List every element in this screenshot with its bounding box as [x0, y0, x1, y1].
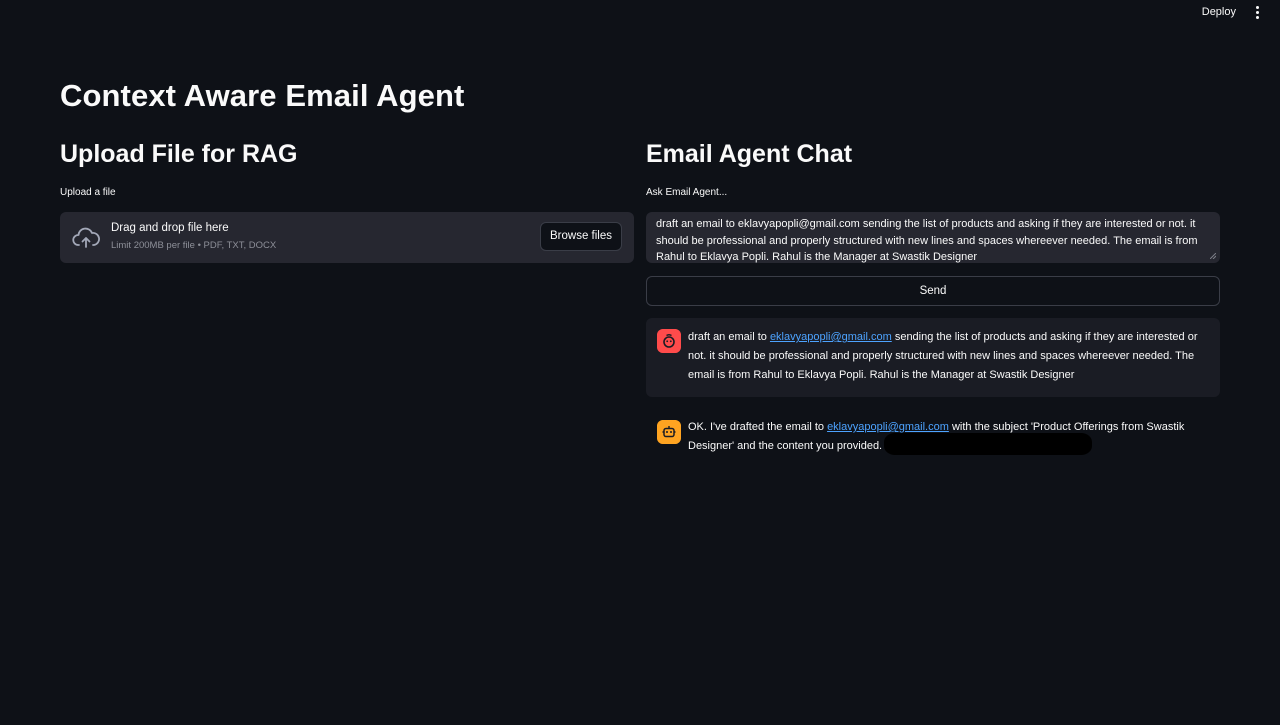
kebab-menu-icon[interactable] — [1254, 5, 1260, 21]
email-link[interactable]: eklavyapopli@gmail.com — [770, 331, 892, 343]
chat-column: Email Agent Chat Ask Email Agent... draf… — [646, 140, 1220, 471]
email-link[interactable]: eklavyapopli@gmail.com — [827, 421, 949, 433]
chat-input-value: draft an email to eklavyapopli@gmail.com… — [656, 218, 1198, 263]
upload-label: Upload a file — [60, 187, 116, 198]
deploy-button[interactable]: Deploy — [1202, 6, 1236, 18]
chat-input-textarea[interactable]: draft an email to eklavyapopli@gmail.com… — [646, 212, 1220, 263]
chat-heading: Email Agent Chat — [646, 140, 853, 168]
chat-input-label: Ask Email Agent... — [646, 187, 728, 198]
robot-icon — [657, 420, 681, 444]
upload-column: Upload File for RAG Upload a file Drag a… — [60, 140, 634, 263]
file-dropzone[interactable]: Drag and drop file here Limit 200MB per … — [60, 212, 634, 263]
redaction-mark — [884, 433, 1092, 455]
dropzone-instruction: Drag and drop file here — [111, 222, 229, 234]
chat-message-user: draft an email to eklavyapopli@gmail.com… — [646, 318, 1220, 397]
send-button[interactable]: Send — [646, 276, 1220, 306]
user-face-icon — [657, 329, 681, 353]
user-message-text: draft an email to eklavyapopli@gmail.com… — [688, 331, 1198, 381]
upload-heading: Upload File for RAG — [60, 140, 298, 168]
page-title: Context Aware Email Agent — [60, 78, 465, 113]
cloud-upload-icon — [72, 227, 100, 248]
browse-files-button[interactable]: Browse files — [540, 222, 622, 251]
dropzone-limit: Limit 200MB per file • PDF, TXT, DOCX — [111, 240, 277, 251]
top-toolbar: Deploy — [0, 0, 1280, 26]
resize-handle-icon[interactable] — [1210, 253, 1216, 259]
